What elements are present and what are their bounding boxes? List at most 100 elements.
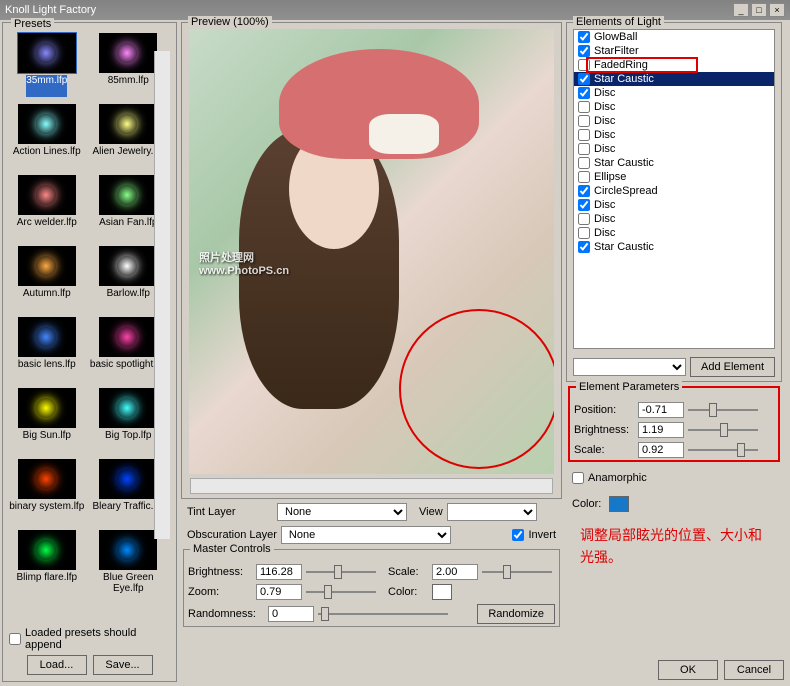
param-brightness-slider[interactable] — [688, 422, 758, 438]
zoom-input[interactable] — [256, 584, 302, 600]
preset-item[interactable]: Blue Green Eye.lfp — [89, 530, 169, 599]
element-item[interactable]: Disc — [574, 212, 774, 226]
element-checkbox[interactable] — [578, 115, 590, 127]
element-item[interactable]: Disc — [574, 100, 774, 114]
element-label: Disc — [594, 115, 615, 127]
scale-input[interactable] — [432, 564, 478, 580]
obscuration-select[interactable]: None — [281, 526, 451, 544]
element-item[interactable]: Ellipse — [574, 170, 774, 184]
preset-thumbnail — [99, 33, 157, 73]
preset-thumbnail — [18, 104, 76, 144]
anamorphic-row[interactable]: Anamorphic — [564, 468, 784, 488]
element-label: Star Caustic — [594, 241, 654, 253]
preset-thumbnail — [18, 459, 76, 499]
element-item[interactable]: Disc — [574, 226, 774, 240]
randomness-input[interactable] — [268, 606, 314, 622]
randomize-button[interactable]: Randomize — [477, 604, 555, 624]
anamorphic-checkbox[interactable] — [572, 472, 584, 484]
element-checkbox[interactable] — [578, 45, 590, 57]
element-checkbox[interactable] — [578, 157, 590, 169]
randomness-slider[interactable] — [318, 606, 448, 622]
presets-panel: Presets 35mm.lfp85mm.lfpAction Lines.lfp… — [2, 22, 177, 682]
element-item[interactable]: Disc — [574, 114, 774, 128]
preset-item[interactable]: Action Lines.lfp — [7, 104, 87, 173]
element-checkbox[interactable] — [578, 213, 590, 225]
preset-label: 35mm.lfp — [26, 75, 67, 97]
param-scale-input[interactable] — [638, 442, 684, 458]
invert-row[interactable]: Invert — [512, 529, 556, 541]
preset-thumbnail — [99, 175, 157, 215]
preset-item[interactable]: basic lens.lfp — [7, 317, 87, 386]
presets-scrollbar[interactable] — [154, 51, 170, 539]
load-button[interactable]: Load... — [27, 655, 87, 675]
element-label: Disc — [594, 227, 615, 239]
element-label: Disc — [594, 87, 615, 99]
element-parameters-panel: Element Parameters Position: Brightness:… — [568, 386, 780, 462]
element-item[interactable]: Star Caustic — [574, 72, 774, 86]
element-item[interactable]: Disc — [574, 128, 774, 142]
close-button[interactable]: × — [769, 3, 785, 17]
element-checkbox[interactable] — [578, 31, 590, 43]
element-item[interactable]: GlowBall — [574, 30, 774, 44]
element-checkbox[interactable] — [578, 143, 590, 155]
element-label: StarFilter — [594, 45, 639, 57]
element-item[interactable]: Star Caustic — [574, 240, 774, 254]
element-color-swatch[interactable] — [609, 496, 629, 512]
preview-image[interactable]: 照片处理网 www.PhotoPS.cn — [189, 29, 554, 474]
preset-item[interactable]: Blimp flare.lfp — [7, 530, 87, 599]
preview-hscrollbar[interactable] — [190, 478, 553, 494]
preset-item[interactable]: Autumn.lfp — [7, 246, 87, 315]
append-checkbox-row[interactable]: Loaded presets should append — [9, 627, 170, 651]
element-checkbox[interactable] — [578, 73, 590, 85]
brightness-slider[interactable] — [306, 564, 376, 580]
invert-checkbox[interactable] — [512, 529, 524, 541]
preset-label: Autumn.lfp — [23, 288, 71, 310]
element-item[interactable]: CircleSpread — [574, 184, 774, 198]
cancel-button[interactable]: Cancel — [724, 660, 784, 680]
ok-button[interactable]: OK — [658, 660, 718, 680]
randomness-label: Randomness: — [188, 608, 264, 620]
preset-item[interactable]: binary system.lfp — [7, 459, 87, 528]
elements-list[interactable]: GlowBallStarFilterFadedRingStar CausticD… — [573, 29, 775, 349]
position-slider[interactable] — [688, 402, 758, 418]
preset-label: Blimp flare.lfp — [16, 572, 77, 594]
zoom-slider[interactable] — [306, 584, 376, 600]
tint-layer-select[interactable]: None — [277, 503, 407, 521]
master-title: Master Controls — [190, 543, 274, 555]
save-button[interactable]: Save... — [93, 655, 153, 675]
element-label: Disc — [594, 129, 615, 141]
element-checkbox[interactable] — [578, 227, 590, 239]
view-select[interactable] — [447, 503, 537, 521]
element-checkbox[interactable] — [578, 129, 590, 141]
param-brightness-input[interactable] — [638, 422, 684, 438]
preset-item[interactable]: 35mm.lfp — [7, 33, 87, 102]
element-item[interactable]: Disc — [574, 142, 774, 156]
minimize-button[interactable]: _ — [733, 3, 749, 17]
element-item[interactable]: Disc — [574, 198, 774, 212]
element-checkbox[interactable] — [578, 101, 590, 113]
element-item[interactable]: StarFilter — [574, 44, 774, 58]
brightness-input[interactable] — [256, 564, 302, 580]
maximize-button[interactable]: □ — [751, 3, 767, 17]
zoom-label: Zoom: — [188, 586, 252, 598]
preset-item[interactable]: Big Sun.lfp — [7, 388, 87, 457]
position-input[interactable] — [638, 402, 684, 418]
element-checkbox[interactable] — [578, 241, 590, 253]
preset-label: Barlow.lfp — [107, 288, 150, 310]
master-color-swatch[interactable] — [432, 584, 452, 600]
element-checkbox[interactable] — [578, 185, 590, 197]
element-item[interactable]: Disc — [574, 86, 774, 100]
element-checkbox[interactable] — [578, 87, 590, 99]
append-checkbox[interactable] — [9, 633, 21, 645]
preset-thumbnail — [18, 246, 76, 286]
preset-item[interactable]: Arc welder.lfp — [7, 175, 87, 244]
element-item[interactable]: Star Caustic — [574, 156, 774, 170]
param-scale-slider[interactable] — [688, 442, 758, 458]
element-checkbox[interactable] — [578, 171, 590, 183]
add-element-button[interactable]: Add Element — [690, 357, 775, 377]
element-checkbox[interactable] — [578, 199, 590, 211]
scale-slider[interactable] — [482, 564, 552, 580]
preset-label: binary system.lfp — [9, 501, 84, 523]
preset-thumbnail — [99, 388, 157, 428]
element-type-select[interactable] — [573, 358, 686, 376]
